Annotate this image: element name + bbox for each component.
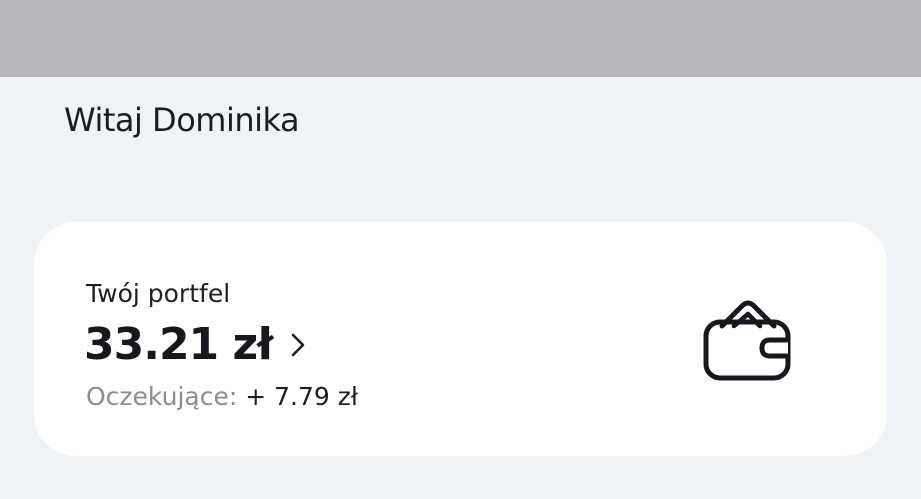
wallet-icon (703, 300, 791, 381)
pending-label: Oczekujące: (86, 382, 238, 411)
pending-value: + 7.79 zł (245, 382, 358, 411)
wallet-card[interactable]: Twój portfel 33.21 zł Oczekujące: + 7.79… (34, 222, 887, 456)
balance-value: 33.21 zł (84, 319, 273, 370)
chevron-right-icon[interactable] (290, 331, 306, 359)
wallet-title: Twój portfel (86, 279, 231, 308)
greeting-title: Witaj Dominika (64, 101, 300, 139)
pending-row: Oczekujące: + 7.79 zł (86, 379, 358, 415)
balance-row[interactable]: 33.21 zł (84, 316, 306, 374)
status-bar (0, 0, 921, 77)
